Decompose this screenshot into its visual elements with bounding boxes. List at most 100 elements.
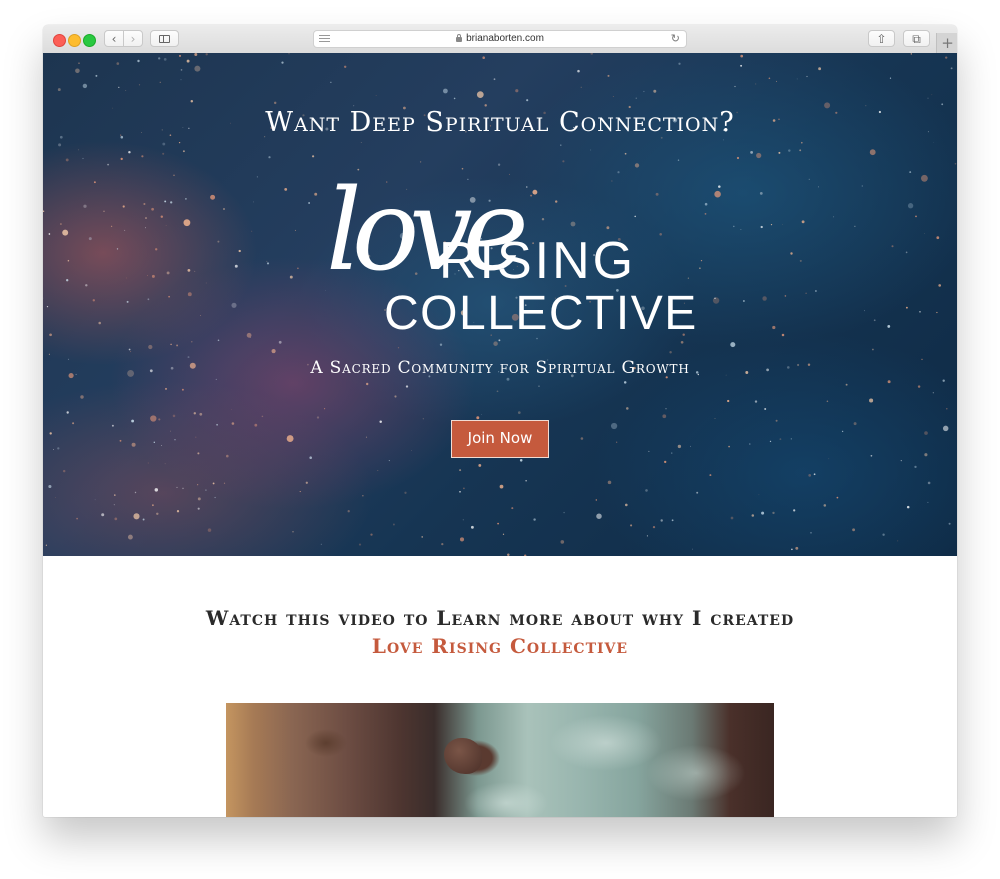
sparkle <box>580 86 582 88</box>
sparkle <box>128 150 131 154</box>
sidebar-toggle-button[interactable] <box>150 30 179 47</box>
sparkle <box>833 216 835 218</box>
sparkle <box>942 425 949 432</box>
sparkle <box>749 443 751 445</box>
sparkle <box>470 525 474 529</box>
tabs-icon: ⧉ <box>912 32 921 46</box>
sparkle <box>230 409 232 410</box>
sparkle <box>362 495 364 497</box>
sparkle <box>215 378 217 380</box>
sparkle <box>872 348 874 351</box>
sparkle <box>134 491 137 494</box>
sparkle <box>174 439 176 441</box>
sparkle <box>900 459 902 462</box>
sparkle <box>751 514 755 517</box>
sparkle <box>194 53 198 56</box>
sparkle <box>764 408 767 410</box>
sparkle <box>502 533 505 535</box>
sparkle <box>195 436 197 438</box>
sparkle <box>919 311 921 313</box>
sparkle <box>95 74 98 77</box>
sparkle <box>511 507 514 510</box>
sparkle <box>59 223 62 225</box>
sparkle <box>411 450 413 451</box>
sparkle <box>128 348 131 351</box>
minimize-window-button[interactable] <box>68 34 81 47</box>
sparkle <box>254 423 258 427</box>
sparkle <box>197 484 199 486</box>
sparkle <box>453 97 456 100</box>
sparkle <box>54 496 56 498</box>
sparkle <box>525 480 527 482</box>
sparkle <box>828 458 830 460</box>
sparkle <box>238 249 241 253</box>
sparkle <box>330 81 332 83</box>
sparkle <box>162 152 165 155</box>
sparkle <box>422 418 424 420</box>
sparkle <box>936 311 938 314</box>
url-display[interactable]: brianaborten.com <box>314 31 686 47</box>
sparkle <box>924 431 928 435</box>
sparkle <box>775 419 778 422</box>
close-window-button[interactable] <box>53 34 66 47</box>
back-button[interactable]: ‹ <box>104 30 124 47</box>
sparkle <box>476 91 484 98</box>
sparkle <box>611 180 613 182</box>
sparkle <box>924 233 926 234</box>
sparkle <box>906 505 910 509</box>
sparkle <box>107 163 110 166</box>
sparkle <box>770 224 773 226</box>
share-button[interactable]: ⇧ <box>868 30 895 47</box>
video-heading-accent: Love Rising Collective <box>371 634 629 658</box>
sparkle <box>624 503 628 507</box>
video-player[interactable] <box>226 703 774 817</box>
sparkle <box>526 99 529 102</box>
plus-icon: + <box>941 34 954 52</box>
sparkle <box>790 252 793 255</box>
sparkle <box>740 229 742 230</box>
sparkle <box>700 259 703 262</box>
sparkle <box>443 88 448 94</box>
sparkle <box>524 554 527 556</box>
sparkle <box>205 489 207 491</box>
address-bar[interactable]: brianaborten.com ↻ <box>313 30 687 48</box>
sparkle <box>103 210 105 212</box>
sparkle <box>151 274 155 278</box>
sparkle <box>931 94 933 96</box>
sparkle <box>388 460 390 462</box>
sparkle <box>172 414 176 418</box>
sparkle <box>946 408 948 410</box>
zoom-window-button[interactable] <box>83 34 96 47</box>
sparkle <box>648 450 650 452</box>
sparkle <box>110 225 113 227</box>
sparkle <box>185 198 187 200</box>
sparkle <box>217 339 220 342</box>
sparkle <box>660 519 663 522</box>
join-now-button[interactable]: Join Now <box>451 420 549 458</box>
sparkle <box>256 176 259 178</box>
sparkle <box>197 497 201 501</box>
sparkle <box>210 194 216 200</box>
sparkle <box>48 484 52 489</box>
sparkle <box>49 432 52 435</box>
reload-icon[interactable]: ↻ <box>671 31 680 47</box>
sparkle <box>48 233 51 235</box>
sparkle <box>78 62 80 64</box>
sparkle <box>164 200 167 203</box>
sparkle <box>366 382 369 386</box>
sparkle <box>113 504 115 506</box>
sparkle <box>261 415 264 418</box>
sparkle <box>299 491 301 493</box>
sparkle <box>58 143 62 147</box>
sparkle <box>781 333 785 337</box>
sparkle <box>159 81 161 83</box>
sparkle <box>560 144 562 146</box>
sparkle <box>740 64 743 67</box>
sparkle <box>294 229 296 231</box>
forward-button[interactable]: › <box>123 30 143 47</box>
show-tabs-button[interactable]: ⧉ <box>903 30 930 47</box>
new-tab-button[interactable]: + <box>936 33 957 53</box>
sparkle <box>46 305 49 308</box>
sparkle <box>905 306 908 309</box>
sparkle <box>176 510 180 513</box>
